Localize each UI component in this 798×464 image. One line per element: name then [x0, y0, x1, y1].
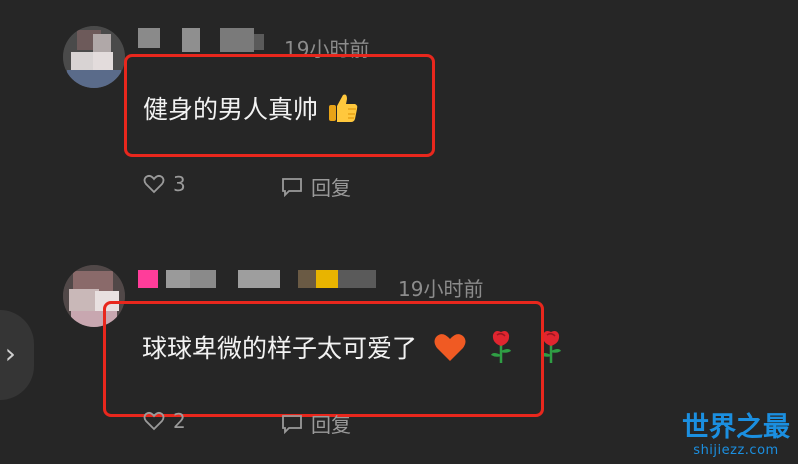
highlight-box [124, 54, 435, 157]
watermark: 世界之最 shijiezz.com [682, 412, 790, 459]
reply-label: 回复 [311, 176, 351, 200]
reply-button[interactable]: 回复 [281, 409, 351, 438]
like-count: 3 [173, 172, 186, 196]
like-button[interactable]: 3 [143, 172, 186, 196]
heart-outline-icon [143, 174, 165, 194]
reply-button[interactable]: 回复 [281, 172, 351, 201]
chevron-right-icon: › [4, 337, 16, 370]
like-count: 2 [173, 409, 186, 433]
watermark-url: shijiezz.com [693, 443, 779, 458]
comment-timestamp: 19小时前 [398, 277, 484, 301]
like-button[interactable]: 2 [143, 409, 186, 433]
heart-outline-icon [143, 411, 165, 431]
reply-label: 回复 [311, 413, 351, 437]
username-censored[interactable] [138, 28, 268, 54]
highlight-box [103, 301, 544, 417]
watermark-title: 世界之最 [682, 412, 790, 443]
comment-bubble-icon [282, 414, 302, 434]
username-censored[interactable] [138, 268, 383, 290]
back-button[interactable]: › [0, 310, 34, 400]
comment-bubble-icon [282, 177, 302, 197]
avatar[interactable] [63, 26, 125, 88]
